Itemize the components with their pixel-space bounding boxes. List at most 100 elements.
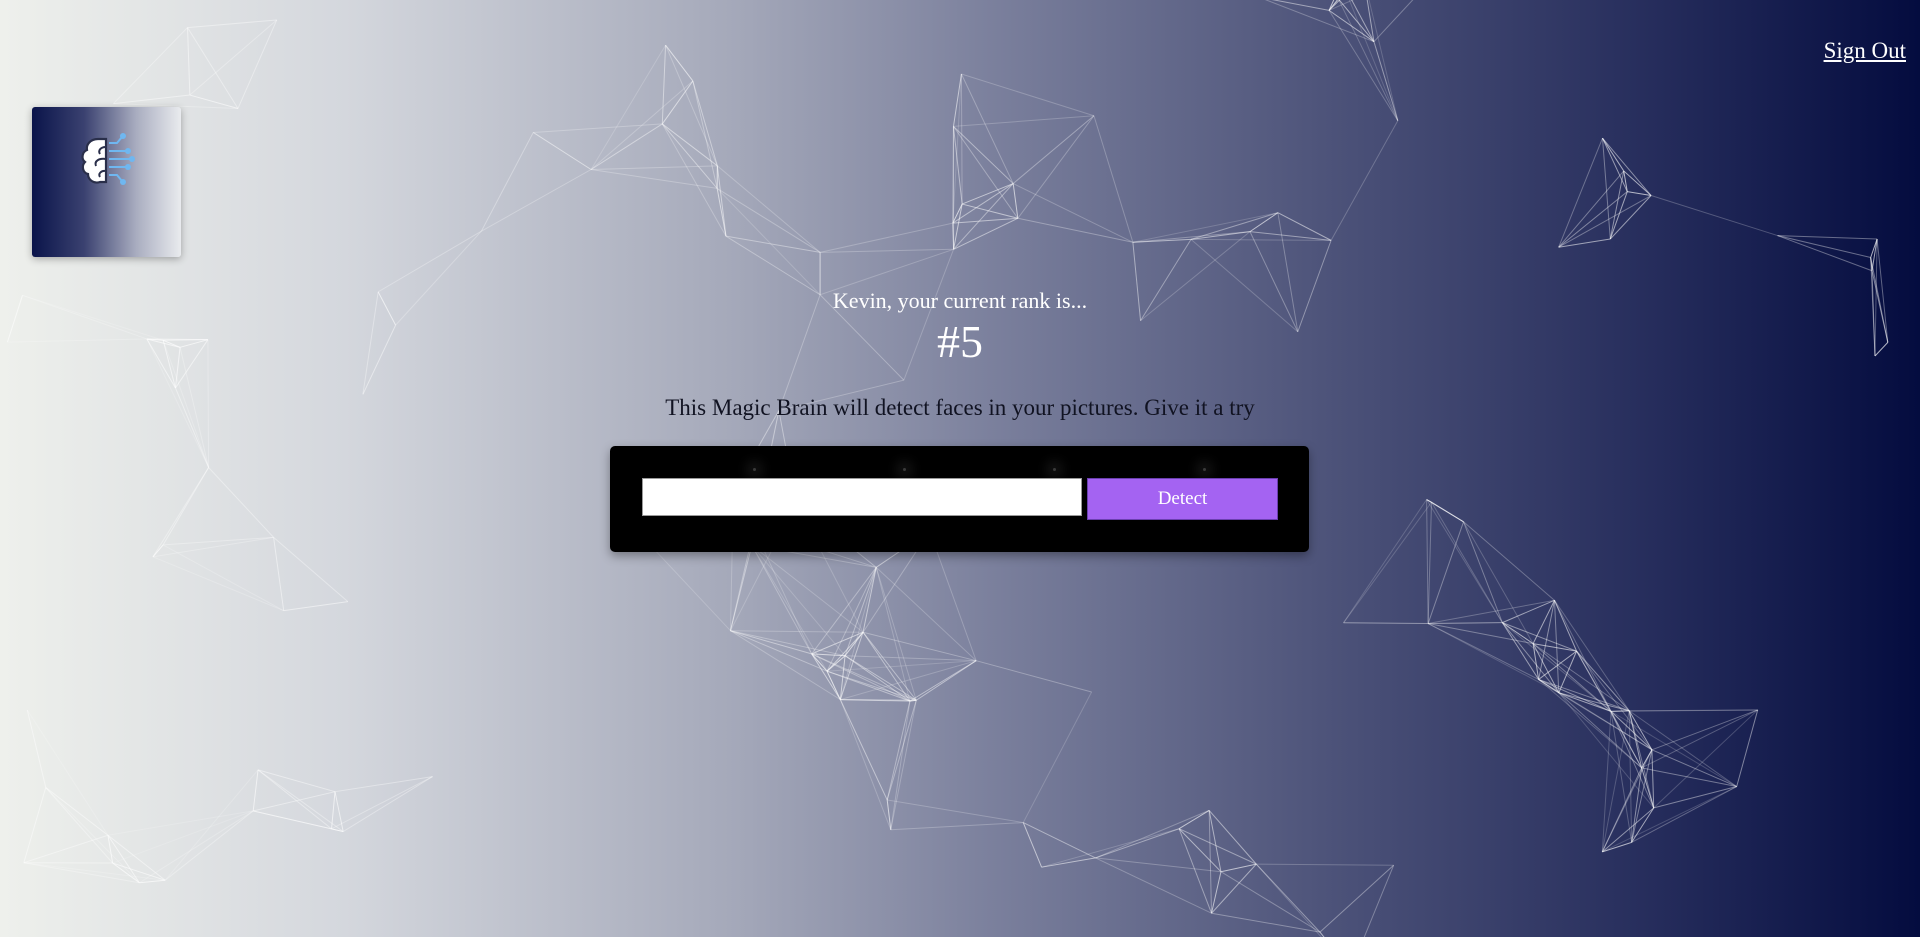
particle-link	[1095, 828, 1180, 859]
particle-link	[23, 787, 47, 863]
particle-link	[1558, 692, 1612, 712]
particle-link	[730, 630, 841, 701]
particle-link	[1558, 138, 1603, 248]
particle-link	[1576, 650, 1643, 769]
particle-link	[1576, 650, 1653, 751]
particle-link	[826, 655, 846, 672]
particle-link	[334, 791, 344, 832]
particle-link	[1501, 622, 1560, 694]
particle-link	[1463, 521, 1503, 623]
particle-link	[730, 630, 864, 633]
particle-link	[1426, 499, 1429, 624]
particle-link	[1628, 710, 1643, 768]
particle-link	[1610, 711, 1653, 751]
particle-link	[953, 126, 1014, 184]
particle-link	[1631, 767, 1643, 843]
particle-link	[716, 187, 821, 253]
particle-link	[45, 787, 114, 864]
particle-link	[1538, 679, 1642, 769]
particle-link	[257, 769, 336, 793]
particle-link	[1041, 857, 1096, 868]
particle-link	[1178, 828, 1222, 873]
particle-link	[331, 828, 344, 833]
particle-link	[661, 123, 718, 189]
particle-link	[1628, 710, 1653, 751]
particle-link	[1610, 711, 1643, 769]
particle-link	[1208, 810, 1222, 872]
particle-link	[1538, 678, 1612, 712]
particle-link	[1532, 643, 1540, 680]
logo[interactable]	[32, 107, 181, 257]
particle-link	[952, 217, 1018, 224]
particle-link	[481, 169, 592, 232]
particle-link	[953, 183, 1014, 250]
particle-link	[23, 862, 166, 881]
particle-link	[1343, 499, 1428, 624]
particle-link	[1343, 622, 1429, 625]
particle-link	[1319, 931, 1325, 937]
particle-link	[1631, 786, 1737, 843]
particle-link	[1264, 0, 1375, 43]
particle-link	[730, 630, 846, 657]
particle-link	[1627, 191, 1652, 197]
particle-link	[1628, 710, 1655, 809]
particle-link	[1095, 809, 1210, 859]
detect-button[interactable]: Detect	[1087, 478, 1278, 520]
particle-link	[590, 80, 694, 170]
particle-link	[844, 631, 864, 656]
image-url-input[interactable]	[642, 478, 1082, 516]
particle-link	[1538, 678, 1653, 751]
particle-link	[961, 73, 1095, 117]
particle-link	[661, 123, 727, 237]
particle-link	[909, 660, 977, 702]
particle-link	[164, 769, 259, 881]
particle-link	[1502, 599, 1555, 624]
particle-link	[1271, 0, 1330, 11]
particle-link	[1012, 183, 1134, 243]
particle-link	[862, 567, 877, 633]
particle-link	[187, 19, 277, 29]
particle-link	[839, 567, 877, 700]
particle-link	[811, 567, 877, 655]
particle-link	[162, 544, 284, 612]
particle-link	[1431, 501, 1503, 623]
particle-link	[23, 862, 140, 884]
particle-link	[1427, 502, 1433, 624]
particle-link	[45, 787, 109, 836]
particle-link	[1641, 749, 1653, 769]
particle-link	[826, 631, 864, 672]
particle-link	[1351, 0, 1375, 42]
sign-out-link[interactable]: Sign Out	[1824, 38, 1906, 64]
particle-link	[661, 80, 694, 125]
particle-link	[273, 537, 349, 603]
particle-link	[960, 73, 963, 205]
particle-link	[1538, 600, 1555, 680]
particle-link	[1208, 810, 1257, 865]
particle-link	[1777, 235, 1878, 240]
particle-link	[1601, 710, 1630, 852]
particle-link	[1022, 691, 1093, 823]
particle-link	[1558, 195, 1652, 248]
particle-link	[730, 630, 812, 655]
particle-link	[665, 44, 694, 82]
particle-link	[591, 165, 718, 171]
rank-number: #5	[937, 316, 983, 367]
particle-link	[1095, 857, 1212, 914]
particle-link	[1609, 195, 1652, 240]
particle-link	[862, 631, 911, 702]
particle-link	[45, 787, 140, 884]
particle-link	[1641, 767, 1655, 809]
particle-link	[1319, 864, 1394, 933]
particle-link	[1576, 650, 1612, 712]
particle-link	[1190, 231, 1251, 240]
particle-link	[839, 699, 888, 801]
particle-link	[590, 169, 718, 189]
particle-link	[139, 879, 166, 884]
particle-link	[960, 73, 1014, 184]
particle-link	[26, 709, 47, 788]
particle-link	[887, 799, 1024, 824]
particle-link	[886, 701, 911, 801]
particle-link	[1602, 137, 1625, 172]
particle-link	[1343, 501, 1432, 624]
particle-link	[1631, 807, 1655, 843]
